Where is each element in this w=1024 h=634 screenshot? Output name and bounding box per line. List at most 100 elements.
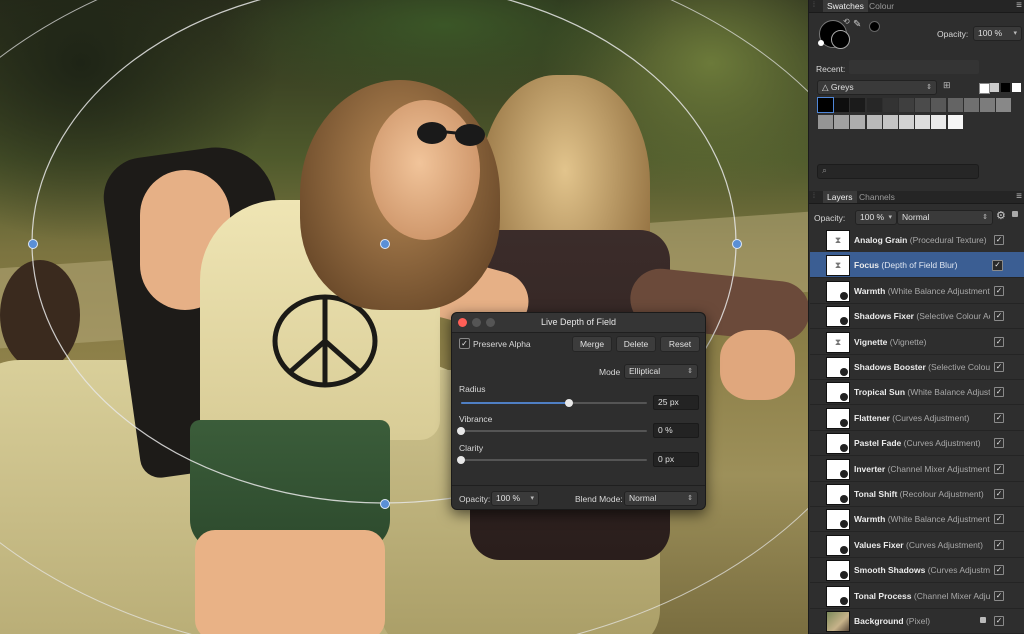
- layer-row[interactable]: Tonal Process (Channel Mixer Adjust ✓: [810, 583, 1024, 609]
- grey-swatch[interactable]: [990, 83, 999, 92]
- delete-button[interactable]: Delete: [616, 336, 656, 352]
- black-swatch[interactable]: [1001, 83, 1010, 92]
- grey-swatch-0-3[interactable]: [866, 98, 882, 112]
- layer-visibility-checkbox[interactable]: ✓: [994, 336, 1004, 347]
- layer-row[interactable]: Values Fixer (Curves Adjustment) ✓: [810, 532, 1024, 558]
- lock-icon[interactable]: [980, 617, 986, 623]
- grey-swatch-0-10[interactable]: [980, 98, 995, 112]
- grey-swatch-1-4[interactable]: [882, 115, 898, 129]
- swap-colours-icon[interactable]: ⟲: [843, 17, 850, 26]
- colour-picker-icon[interactable]: ✎: [853, 19, 861, 30]
- layer-visibility-checkbox[interactable]: ✓: [994, 590, 1004, 601]
- palette-options-icon[interactable]: ⊞: [943, 80, 951, 91]
- vibrance-slider-knob[interactable]: [457, 427, 465, 435]
- reset-button[interactable]: Reset: [660, 336, 700, 352]
- layer-visibility-checkbox[interactable]: ✓: [994, 235, 1004, 245]
- layer-visibility-checkbox[interactable]: ✓: [994, 489, 1004, 499]
- current-colour-dot[interactable]: [869, 21, 880, 32]
- blend-mode-select[interactable]: Normal ⇕: [624, 491, 698, 506]
- vibrance-slider[interactable]: [457, 427, 647, 435]
- panel-grip-icon[interactable]: ⁞: [813, 2, 815, 9]
- radius-slider[interactable]: [461, 399, 647, 407]
- lock-icon[interactable]: [1012, 211, 1018, 217]
- layer-row[interactable]: ⧗ Vignette (Vignette) ✓: [810, 329, 1024, 355]
- ellipse-handle-left[interactable]: [28, 239, 38, 249]
- layer-row[interactable]: Pastel Fade (Curves Adjustment) ✓: [810, 430, 1024, 457]
- layer-visibility-checkbox[interactable]: ✓: [994, 616, 1004, 626]
- ellipse-handle-bottom[interactable]: [380, 499, 390, 509]
- radius-slider-knob[interactable]: [564, 399, 573, 407]
- dialog-titlebar[interactable]: Live Depth of Field: [452, 313, 705, 333]
- layer-visibility-checkbox[interactable]: ✓: [994, 438, 1004, 449]
- ellipse-handle-right[interactable]: [732, 239, 742, 249]
- layer-row[interactable]: Tropical Sun (White Balance Adjust ✓: [810, 379, 1024, 406]
- grey-swatch-0-4[interactable]: [882, 98, 898, 112]
- layer-visibility-checkbox[interactable]: ✓: [994, 412, 1004, 423]
- layer-visibility-checkbox[interactable]: ✓: [994, 565, 1004, 576]
- layer-visibility-checkbox[interactable]: ✓: [994, 311, 1004, 322]
- mode-select[interactable]: Elliptical ⇕: [624, 364, 698, 379]
- preserve-alpha-checkbox[interactable]: ✓: [459, 338, 470, 349]
- grey-swatch-1-3[interactable]: [866, 115, 882, 129]
- layer-visibility-checkbox[interactable]: ✓: [994, 514, 1004, 525]
- dialog-opacity-select[interactable]: 100 % ▾: [491, 491, 539, 506]
- layer-opacity-select[interactable]: 100 % ▾: [855, 210, 897, 225]
- layer-row[interactable]: Shadows Fixer (Selective Colour Ac ✓: [810, 303, 1024, 330]
- grey-swatch-0-9[interactable]: [963, 98, 979, 112]
- clarity-value-field[interactable]: 0 px: [653, 452, 699, 467]
- layer-row[interactable]: Flattener (Curves Adjustment) ✓: [810, 405, 1024, 431]
- grey-swatch-0-5[interactable]: [899, 98, 914, 112]
- tab-colour[interactable]: Colour: [865, 0, 898, 12]
- layer-row[interactable]: Background (Pixel) ✓: [810, 608, 1024, 634]
- layer-row[interactable]: ⧗ Analog Grain (Procedural Texture) ✓: [810, 227, 1024, 253]
- layer-visibility-checkbox[interactable]: ✓: [994, 539, 1004, 550]
- layer-visibility-checkbox[interactable]: ✓: [994, 463, 1004, 474]
- swatch-opacity-select[interactable]: 100 % ▾: [973, 26, 1022, 41]
- clarity-slider[interactable]: [457, 456, 647, 464]
- grey-swatch-1-0[interactable]: [818, 115, 833, 129]
- layer-row[interactable]: Warmth (White Balance Adjustment) ✓: [810, 278, 1024, 304]
- none-swatch[interactable]: [979, 83, 990, 94]
- vibrance-value-field[interactable]: 0 %: [653, 423, 699, 438]
- grey-swatch-0-0[interactable]: [817, 97, 834, 113]
- grey-swatch-0-11[interactable]: [996, 98, 1012, 112]
- layer-row[interactable]: Tonal Shift (Recolour Adjustment) ✓: [810, 481, 1024, 507]
- grey-swatch-1-7[interactable]: [931, 115, 947, 129]
- layer-row[interactable]: Shadows Booster (Selective Colour ✓: [810, 354, 1024, 380]
- layer-visibility-checkbox[interactable]: ✓: [992, 260, 1003, 272]
- panel-menu-icon[interactable]: ≡: [1016, 191, 1022, 202]
- grey-swatch-0-8[interactable]: [947, 98, 963, 112]
- stroke-colour-well[interactable]: [831, 30, 850, 49]
- layer-row[interactable]: Inverter (Channel Mixer Adjustment ✓: [810, 456, 1024, 482]
- layer-visibility-checkbox[interactable]: ✓: [994, 387, 1004, 398]
- layer-row[interactable]: ⧗ Focus (Depth of Field Blur) ✓: [810, 252, 1024, 279]
- layer-visibility-checkbox[interactable]: ✓: [994, 362, 1004, 372]
- layer-blend-select[interactable]: Normal ⇕: [897, 210, 993, 225]
- no-colour-icon[interactable]: [818, 40, 824, 46]
- grey-swatch-0-6[interactable]: [915, 98, 931, 112]
- radius-value-field[interactable]: 25 px: [653, 395, 699, 410]
- ellipse-handle-center[interactable]: [380, 239, 390, 249]
- clarity-slider-knob[interactable]: [457, 456, 465, 464]
- swatch-search-input[interactable]: ⌕: [817, 164, 979, 179]
- grey-swatch-0-7[interactable]: [931, 98, 947, 112]
- grey-swatch-1-8[interactable]: [947, 115, 963, 129]
- grey-swatch-0-1[interactable]: [834, 98, 850, 112]
- recent-colours-strip[interactable]: [849, 60, 979, 74]
- layer-visibility-checkbox[interactable]: ✓: [994, 285, 1004, 296]
- tab-swatches[interactable]: Swatches: [823, 0, 868, 12]
- tab-layers[interactable]: Layers: [823, 191, 857, 203]
- grey-swatch-0-2[interactable]: [850, 98, 866, 112]
- tab-channels[interactable]: Channels: [855, 191, 899, 203]
- gear-icon[interactable]: ⚙: [996, 209, 1006, 222]
- grey-swatch-1-1[interactable]: [834, 115, 850, 129]
- grey-swatch-1-2[interactable]: [850, 115, 866, 129]
- white-swatch[interactable]: [1012, 83, 1021, 92]
- palette-select[interactable]: △ Greys ⇕: [817, 80, 937, 95]
- grey-swatch-1-6[interactable]: [915, 115, 931, 129]
- merge-button[interactable]: Merge: [572, 336, 612, 352]
- panel-grip-icon[interactable]: ⁞: [813, 193, 815, 200]
- layer-row[interactable]: Smooth Shadows (Curves Adjustm ✓: [810, 557, 1024, 584]
- panel-menu-icon[interactable]: ≡: [1016, 0, 1022, 11]
- layer-row[interactable]: Warmth (White Balance Adjustment ✓: [810, 506, 1024, 533]
